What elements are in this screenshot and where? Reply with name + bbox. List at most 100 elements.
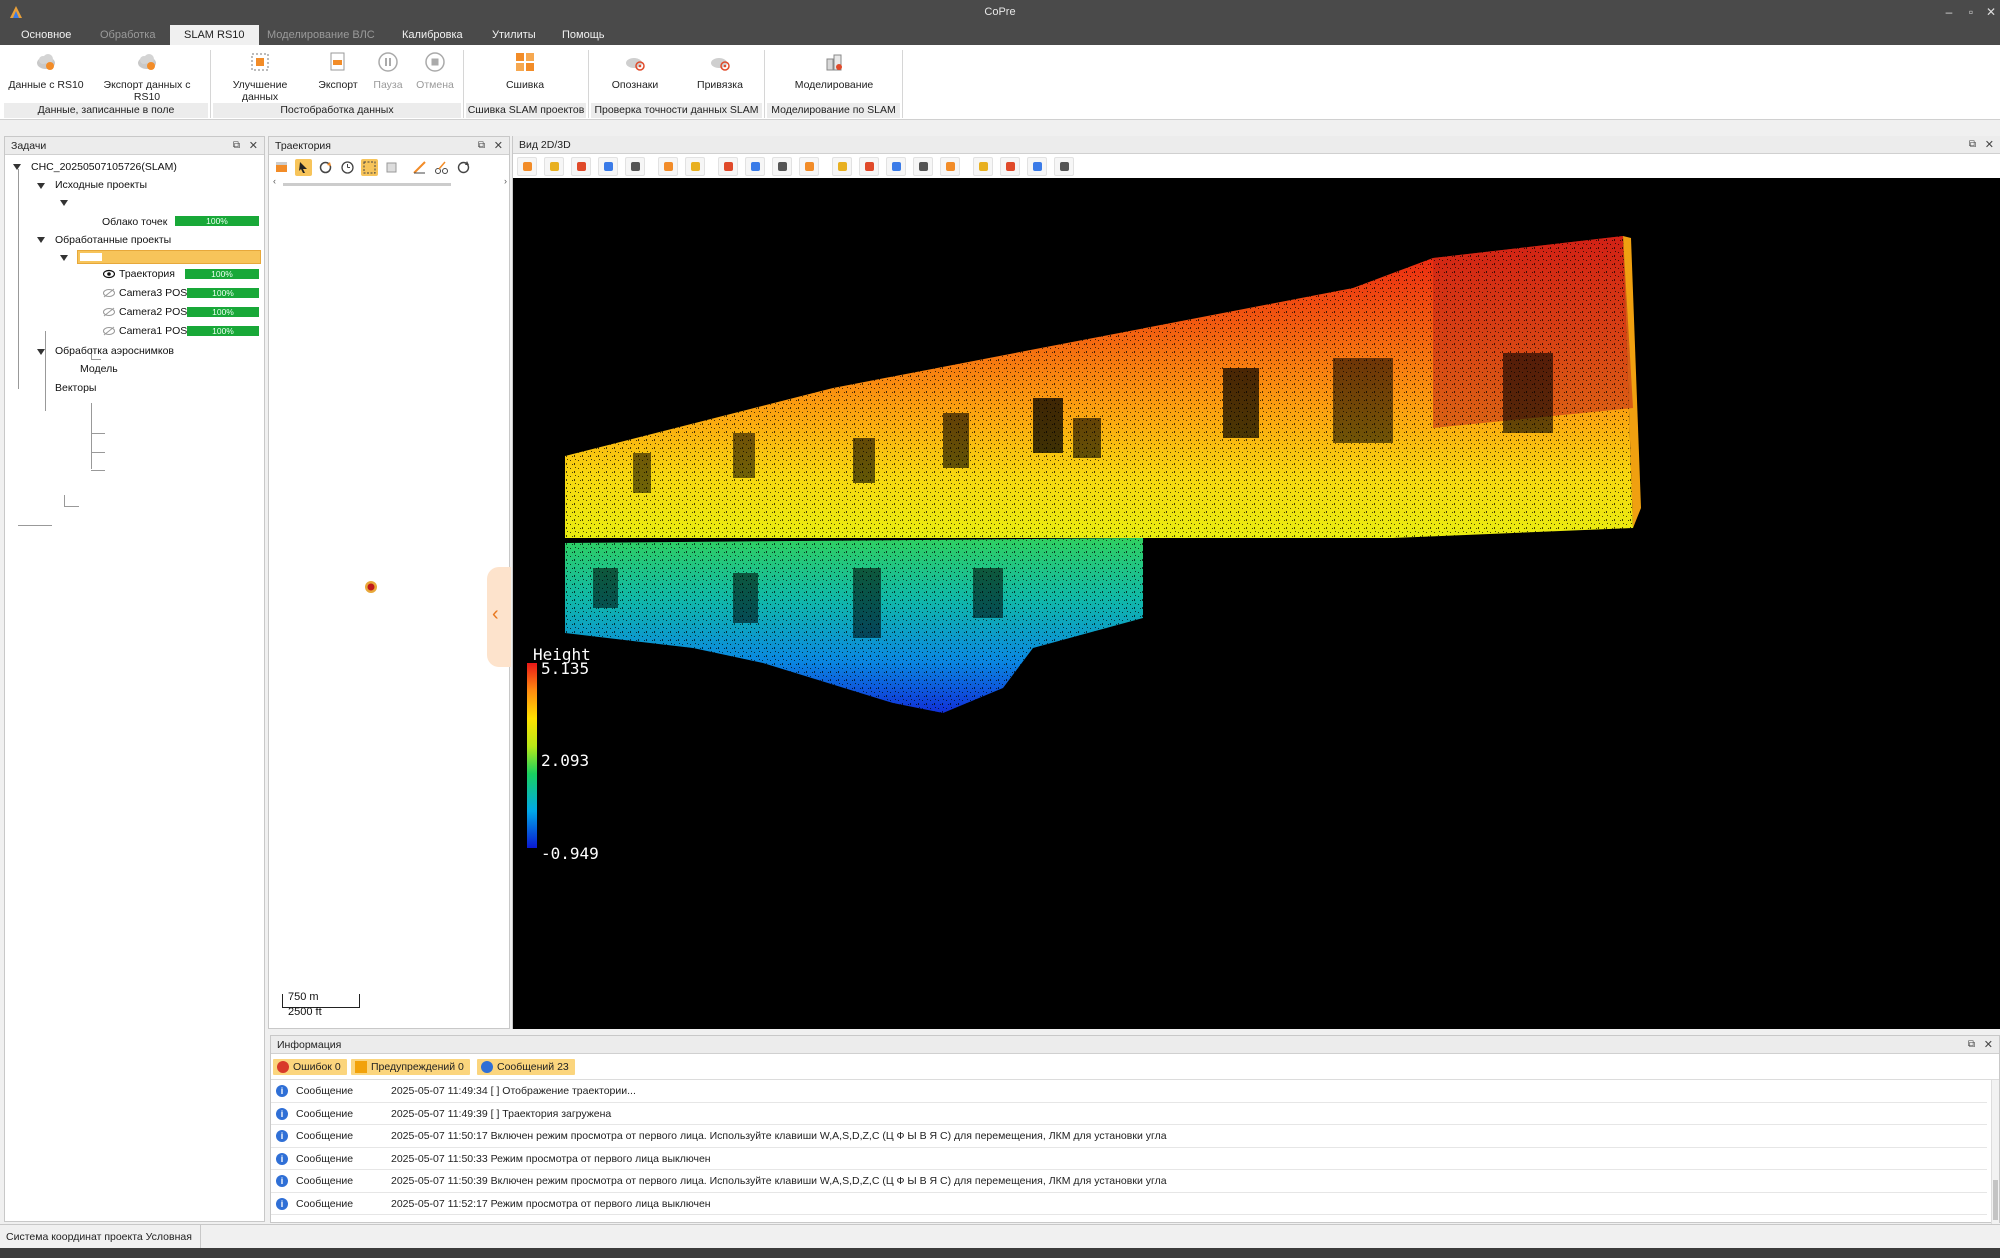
expand-arrow-icon[interactable] bbox=[37, 183, 45, 189]
cut-icon[interactable] bbox=[433, 159, 450, 176]
close-icon[interactable]: ✕ bbox=[249, 137, 258, 155]
grid-view-icon[interactable] bbox=[625, 157, 645, 176]
palette-icon[interactable] bbox=[571, 157, 591, 176]
pause-button[interactable]: Пауза bbox=[366, 51, 410, 101]
tree-trajectory[interactable]: Траектория bbox=[119, 266, 175, 282]
selected-project-row[interactable] bbox=[77, 250, 261, 264]
data-rs10-button[interactable]: Данные с RS10 bbox=[8, 51, 84, 101]
color-bar-icon[interactable] bbox=[685, 157, 705, 176]
tree-camera3[interactable]: Camera3 POS bbox=[119, 285, 187, 301]
trajectory-hscroll[interactable]: ‹ › bbox=[273, 176, 507, 188]
layers-cloud-icon[interactable] bbox=[598, 157, 618, 176]
clock-icon[interactable] bbox=[339, 159, 356, 176]
tab-slam-rs10[interactable]: SLAM RS10 bbox=[170, 25, 259, 45]
tree-model[interactable]: Модель bbox=[80, 361, 118, 377]
minimize-button[interactable]: – bbox=[1940, 3, 1958, 21]
section-icon[interactable] bbox=[913, 157, 933, 176]
eye-icon[interactable] bbox=[103, 269, 115, 279]
pin-icon[interactable]: ⧉ bbox=[233, 137, 240, 155]
pin-icon[interactable]: ⧉ bbox=[478, 137, 485, 155]
close-window-button[interactable]: ✕ bbox=[1982, 3, 2000, 21]
control-points-button[interactable]: Опознаки bbox=[602, 51, 668, 101]
refresh-icon[interactable] bbox=[455, 159, 472, 176]
expand-arrow-icon[interactable] bbox=[13, 164, 21, 170]
tab-help[interactable]: Помощь bbox=[548, 25, 619, 45]
close-icon[interactable]: ✕ bbox=[494, 137, 503, 155]
tree-source-projects[interactable]: Исходные проекты bbox=[55, 177, 147, 193]
collapse-panel-handle[interactable]: ‹ bbox=[487, 567, 511, 667]
rotate-icon[interactable] bbox=[317, 159, 334, 176]
modeling-button[interactable]: Моделирование bbox=[782, 51, 886, 101]
measure-distance-icon[interactable] bbox=[718, 157, 738, 176]
enhance-button[interactable]: Улучшение данных bbox=[214, 51, 306, 103]
grid-view-icon-glyph bbox=[631, 162, 640, 171]
legend-min: -0.949 bbox=[541, 844, 599, 863]
cancel-button[interactable]: Отмена bbox=[412, 51, 458, 101]
filter-settings-icon[interactable] bbox=[658, 157, 678, 176]
scroll-right-icon[interactable]: › bbox=[504, 176, 507, 186]
scroll-thumb[interactable] bbox=[283, 183, 451, 186]
close-icon[interactable]: ✕ bbox=[1984, 1036, 1993, 1054]
message-scrollbar[interactable] bbox=[1991, 1080, 1999, 1225]
tree-vectors[interactable]: Векторы bbox=[55, 380, 96, 396]
tab-power-line-modeling[interactable]: Моделирование ВЛС bbox=[253, 25, 389, 45]
crop-red-icon[interactable] bbox=[832, 157, 852, 176]
tab-main[interactable]: Основное bbox=[7, 25, 85, 45]
layers-icon[interactable] bbox=[273, 159, 290, 176]
tree-processed-projects[interactable]: Обработанные проекты bbox=[55, 232, 171, 248]
crop-icon[interactable] bbox=[383, 159, 400, 176]
eye-hidden-icon[interactable] bbox=[103, 307, 115, 317]
walk-mode-icon[interactable] bbox=[1054, 157, 1074, 176]
tab-utilities[interactable]: Утилиты bbox=[478, 25, 550, 45]
export-button[interactable]: Экспорт bbox=[314, 51, 362, 101]
point-cloud-canvas[interactable]: Height 5.135 2.093 -0.949 bbox=[513, 178, 2000, 1029]
tab-calibration[interactable]: Калибровка bbox=[388, 25, 477, 45]
tree-aerial-processing[interactable]: Обработка аэроснимков bbox=[55, 343, 174, 359]
message-row[interactable]: i Сообщение 2025-05-07 11:50:17 Включен ре… bbox=[271, 1125, 1987, 1148]
stitch-button[interactable]: Сшивка bbox=[490, 51, 560, 101]
target-icon[interactable] bbox=[1027, 157, 1047, 176]
box-select-icon[interactable] bbox=[361, 159, 378, 176]
eye-hidden-icon[interactable] bbox=[103, 326, 115, 336]
clip-plane-icon[interactable] bbox=[772, 157, 792, 176]
eye-hidden-icon[interactable] bbox=[103, 288, 115, 298]
pencil-dropdown-icon[interactable] bbox=[859, 157, 879, 176]
pin-icon[interactable]: ⧉ bbox=[1969, 136, 1976, 154]
maximize-button[interactable]: ▫ bbox=[1962, 3, 1980, 21]
warnings-filter[interactable]: Предупреждений 0 bbox=[351, 1059, 470, 1075]
message-row[interactable]: i Сообщение 2025-05-07 11:50:39 Включен ре… bbox=[271, 1170, 1987, 1193]
expand-arrow-icon[interactable] bbox=[60, 255, 68, 261]
errors-filter[interactable]: Ошибок 0 bbox=[273, 1059, 347, 1075]
tree-point-cloud[interactable]: Облако точек bbox=[102, 214, 167, 230]
scroll-thumb[interactable] bbox=[1993, 1180, 1998, 1220]
binding-button[interactable]: Привязка bbox=[688, 51, 752, 101]
display-mode-icon[interactable] bbox=[517, 157, 537, 176]
color-by-icon[interactable] bbox=[544, 157, 564, 176]
message-row[interactable]: i Сообщение 2025-05-07 11:50:33 Режим прос… bbox=[271, 1148, 1987, 1170]
expand-arrow-icon[interactable] bbox=[37, 237, 45, 243]
link-icon[interactable] bbox=[886, 157, 906, 176]
expand-arrow-icon[interactable] bbox=[60, 200, 68, 206]
scroll-left-icon[interactable]: ‹ bbox=[273, 176, 276, 186]
rotate-view-icon[interactable] bbox=[973, 157, 993, 176]
render-dropdown-icon[interactable] bbox=[940, 157, 960, 176]
tab-processing[interactable]: Обработка bbox=[86, 25, 169, 45]
trajectory-point-marker[interactable] bbox=[364, 580, 378, 594]
close-icon[interactable]: ✕ bbox=[1985, 136, 1994, 154]
pin-icon[interactable]: ⧉ bbox=[1968, 1036, 1975, 1054]
pointer-select-icon[interactable] bbox=[295, 159, 312, 176]
messages-filter[interactable]: Сообщений 23 bbox=[477, 1059, 575, 1075]
message-row[interactable]: i Сообщение 2025-05-07 11:49:39 [ ] Траект… bbox=[271, 1103, 1987, 1125]
camera-dropdown-icon[interactable] bbox=[1000, 157, 1020, 176]
expand-arrow-icon[interactable] bbox=[37, 349, 45, 355]
message-row[interactable]: i Сообщение 2025-05-07 11:52:17 Режим прос… bbox=[271, 1193, 1987, 1215]
window-bottom-edge bbox=[0, 1248, 2000, 1258]
export-rs10-button[interactable]: Экспорт данных с RS10 bbox=[89, 51, 205, 103]
tree-camera2[interactable]: Camera2 POS bbox=[119, 304, 187, 320]
clip-box-icon[interactable] bbox=[799, 157, 819, 176]
measure-icon[interactable] bbox=[411, 159, 428, 176]
clip-x-icon[interactable] bbox=[745, 157, 765, 176]
tree-root[interactable]: CHC_20250507105726(SLAM) bbox=[31, 159, 177, 175]
message-row[interactable]: i Сообщение 2025-05-07 11:49:34 [ ] Отобра… bbox=[271, 1080, 1987, 1103]
tree-camera1[interactable]: Camera1 POS bbox=[119, 323, 187, 339]
